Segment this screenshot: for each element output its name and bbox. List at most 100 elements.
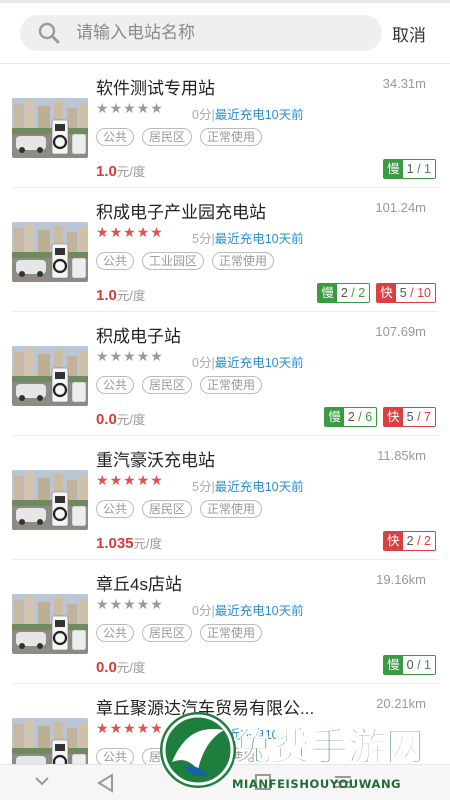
station-item[interactable]: 软件测试专用站 34.31m ★★★★★ 0分|最近充电10天前 公共 居民区 正常… <box>12 64 438 188</box>
rating-stars: ★★★★★ <box>96 472 164 489</box>
star-icon: ★ <box>96 472 110 488</box>
star-icon: ★ <box>123 472 137 488</box>
star-icon: ★ <box>109 472 124 488</box>
station-name: 积成电子站 <box>96 327 181 346</box>
recent-charge-text: 最近充电10天前 <box>214 356 304 370</box>
station-thumbnail <box>12 346 88 406</box>
station-item[interactable]: 重汽豪沃充电站 11.85km ★★★★★ 5分|最近充电10天前 公共 居民区正… <box>12 436 438 560</box>
charger-type-label: 快 <box>384 408 403 426</box>
chevron-down-icon[interactable] <box>34 775 50 787</box>
search-icon <box>38 22 60 44</box>
star-icon: ★ <box>123 596 137 612</box>
star-icon: ★ <box>136 472 151 488</box>
station-thumbnail <box>12 594 88 654</box>
station-tags: 公共 工业园区 正常使用 <box>96 252 275 270</box>
station-list[interactable]: 软件测试专用站 34.31m ★★★★★ 0分|最近充电10天前 公共 居民区 正常… <box>0 64 450 764</box>
rating-stars: ★★★★★ <box>96 100 164 117</box>
rating-stars: ★★★★★ <box>96 224 164 241</box>
station-distance: 34.31m <box>382 76 426 91</box>
charger-badges: 慢 1 / 1 <box>383 159 436 179</box>
search-bar[interactable] <box>20 15 382 51</box>
charger-availability: 2 / 2 <box>336 284 370 302</box>
fast-charger-badge: 快 2 / 2 <box>383 531 436 551</box>
station-score: 5分|最近充电10天前 <box>192 232 304 246</box>
charger-type-label: 慢 <box>325 408 344 426</box>
station-price: 1.035元/度 <box>96 535 163 552</box>
star-icon: ★ <box>109 596 124 612</box>
star-icon: ★ <box>136 596 151 612</box>
search-input[interactable] <box>76 23 346 43</box>
back-triangle-icon[interactable] <box>96 773 116 793</box>
station-distance: 11.85km <box>377 448 426 463</box>
star-icon: ★ <box>150 100 164 116</box>
cancel-button[interactable]: 取消 <box>392 21 426 46</box>
slow-charger-badge: 慢 0 / 1 <box>383 655 436 675</box>
station-tag: 居民区 <box>142 500 193 518</box>
star-icon: ★ <box>96 348 110 364</box>
station-name: 积成电子产业园充电站 <box>96 203 266 222</box>
station-tag: 公共 <box>96 624 135 642</box>
station-price: 0.0元/度 <box>96 659 146 676</box>
station-tag: 公共 <box>96 500 135 518</box>
station-distance: 19.16km <box>376 572 426 587</box>
station-tag: 居民区 <box>142 376 193 394</box>
fast-charger-badge: 快 5 / 10 <box>376 283 436 303</box>
star-icon: ★ <box>96 100 110 116</box>
charger-badges: 慢 2 / 6 快 5 / 7 <box>324 407 436 427</box>
recent-charge-text: 最近充电10天前 <box>214 108 304 122</box>
station-name: 软件测试专用站 <box>96 79 215 98</box>
slow-charger-badge: 慢 2 / 6 <box>324 407 378 427</box>
station-item[interactable]: 章丘4s店站 19.16km ★★★★★ 0分|最近充电10天前 公共 居民区 正常… <box>12 560 438 684</box>
star-icon: ★ <box>150 472 164 488</box>
station-item[interactable]: 积成电子站 107.69m ★★★★★ 0分|最近充电10天前 公共 居民区 正常使… <box>12 312 438 436</box>
station-name: 章丘4s店站 <box>96 575 182 594</box>
station-thumbnail <box>12 470 88 530</box>
station-thumbnail <box>12 222 88 282</box>
star-icon: ★ <box>150 224 164 240</box>
fast-charger-badge: 快 5 / 7 <box>383 407 436 427</box>
station-tags: 公共居民区正常使用 <box>96 128 263 146</box>
recent-charge-text: 最近充电10天前 <box>214 232 304 246</box>
search-header: 取消 <box>0 0 450 64</box>
slow-charger-badge: 慢 1 / 1 <box>383 159 436 179</box>
charger-type-label: 慢 <box>384 656 403 674</box>
charger-badges: 慢 2 / 2 快 5 / 10 <box>317 283 436 303</box>
star-icon: ★ <box>96 596 110 612</box>
station-score: 0分|最近充电10天前 <box>192 604 304 618</box>
station-tags: 公共居民区正常使用 <box>96 376 263 394</box>
station-price: 1.0元/度 <box>96 287 146 304</box>
star-icon: ★ <box>109 348 124 364</box>
station-tag: 公共 <box>96 376 135 394</box>
station-tag: 正常使用 <box>212 252 275 270</box>
station-tag: 居民区 <box>142 624 193 642</box>
star-icon: ★ <box>123 720 137 736</box>
charger-availability: 2 / 2 <box>402 532 435 550</box>
star-icon: ★ <box>109 720 124 736</box>
recent-charge-text: 最近充电10天前 <box>214 480 304 494</box>
station-distance: 107.69m <box>375 324 426 339</box>
star-icon: ★ <box>109 224 124 240</box>
star-icon: ★ <box>109 100 124 116</box>
star-icon: ★ <box>136 100 151 116</box>
station-name: 重汽豪沃充电站 <box>96 451 215 470</box>
station-distance: 101.24m <box>375 200 426 215</box>
charger-availability: 5 / 7 <box>402 408 435 426</box>
star-icon: ★ <box>123 224 137 240</box>
charger-availability: 0 / 1 <box>402 656 435 674</box>
slow-charger-badge: 慢 2 / 2 <box>317 283 371 303</box>
star-icon: ★ <box>136 720 151 736</box>
station-thumbnail <box>12 98 88 158</box>
station-tag: 公共 <box>96 252 135 270</box>
station-tag: 公共 <box>96 128 135 146</box>
star-icon: ★ <box>150 596 164 612</box>
station-score: 5分|最近充电10天前 <box>192 480 304 494</box>
station-tag: 正常使用 <box>200 128 263 146</box>
station-tag: 公共 <box>96 748 135 764</box>
star-icon: ★ <box>123 100 137 116</box>
station-score: 0分|最近充电10天前 <box>192 108 304 122</box>
star-icon: ★ <box>123 348 137 364</box>
station-tags: 公共居民区正常使用 <box>96 500 263 518</box>
station-item[interactable]: 积成电子产业园充电站 101.24m ★★★★★ 5分|最近充电10天前 公共工… <box>12 188 438 312</box>
station-tag: 居民区 <box>142 128 193 146</box>
charger-type-label: 快 <box>384 532 403 550</box>
